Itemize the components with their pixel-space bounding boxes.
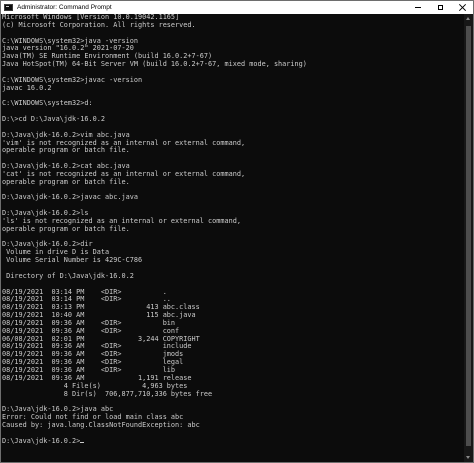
console-line-text: 08/19/2021 09:36 AM <DIR> bin bbox=[2, 318, 176, 327]
command-prompt-window: Administrator: Command Prompt Microsoft … bbox=[0, 0, 474, 463]
console-line: D:\Java\jdk-16.0.2> bbox=[2, 436, 464, 446]
console-line: Directory of D:\Java\jdk-16.0.2 bbox=[2, 271, 464, 281]
console-line-text: 'ls' is not recognized as an internal or… bbox=[2, 216, 241, 225]
console-line: operable program or batch file. bbox=[2, 177, 464, 187]
console-line-text: javac 16.0.2 bbox=[2, 83, 52, 92]
console-line-text: D:\Java\jdk-16.0.2>cat abc.java bbox=[2, 162, 130, 171]
console-line-text: D:\>cd D:\Java\jdk-16.0.2 bbox=[2, 114, 106, 123]
text-cursor bbox=[80, 441, 85, 443]
console-line-text: Caused by: java.lang.ClassNotFoundExcept… bbox=[2, 420, 200, 429]
console-line-text: operable program or batch file. bbox=[2, 224, 130, 233]
console-line-text: java version "16.0.2" 2021-07-20 bbox=[2, 44, 134, 53]
console-line-text: 'cat' is not recognized as an internal o… bbox=[2, 169, 246, 178]
console-line-text: 08/19/2021 09:36 AM <DIR> jmods bbox=[2, 350, 184, 359]
console-line-text: D:\Java\jdk-16.0.2>ls bbox=[2, 209, 89, 218]
console-line: javac 16.0.2 bbox=[2, 83, 464, 93]
close-button[interactable] bbox=[451, 1, 473, 14]
console-line-text: 08/19/2021 03:14 PM <DIR> . bbox=[2, 287, 167, 296]
minimize-button[interactable] bbox=[407, 1, 429, 14]
console-line: D:\>cd D:\Java\jdk-16.0.2 bbox=[2, 114, 464, 124]
console-line: C:\WINDOWS\system32>d: bbox=[2, 99, 464, 108]
console-line: operable program or batch file. bbox=[2, 224, 464, 234]
console-line-text: (c) Microsoft Corporation. All rights re… bbox=[2, 20, 196, 29]
console-line-text: 06/08/2021 02:01 PM 3,244 COPYRIGHT bbox=[2, 334, 200, 343]
console-line: Caused by: java.lang.ClassNotFoundExcept… bbox=[2, 420, 464, 430]
scroll-up-arrow-icon[interactable] bbox=[466, 17, 470, 20]
maximize-button[interactable] bbox=[429, 1, 451, 14]
scroll-down-arrow-icon[interactable] bbox=[466, 456, 470, 459]
console-line: (c) Microsoft Corporation. All rights re… bbox=[2, 20, 464, 30]
console-line-text: 08/19/2021 09:36 AM <DIR> include bbox=[2, 342, 192, 351]
console-line-text: Error: Could not find or load main class… bbox=[2, 413, 184, 422]
console-line-text: 08/19/2021 10:40 AM 115 abc.java bbox=[2, 311, 196, 320]
console-line: 8 Dir(s) 706,877,710,336 bytes free bbox=[2, 389, 464, 399]
console-line-text: Directory of D:\Java\jdk-16.0.2 bbox=[2, 271, 134, 280]
console-line-text: Volume Serial Number is 429C-C786 bbox=[2, 256, 143, 265]
console-line-text: D:\Java\jdk-16.0.2> bbox=[2, 436, 81, 445]
console-line: D:\Java\jdk-16.0.2>javac abc.java bbox=[2, 193, 464, 202]
console-text: Microsoft Windows [Version 10.0.19042.11… bbox=[2, 14, 464, 445]
console-line-text: 4 File(s) 4,963 bytes bbox=[2, 381, 188, 390]
console-line-text: D:\Java\jdk-16.0.2>dir bbox=[2, 240, 93, 249]
console-line-text: Java HotSpot(TM) 64-Bit Server VM (build… bbox=[2, 60, 307, 69]
console-line-text: 08/19/2021 09:36 AM <DIR> legal bbox=[2, 358, 184, 367]
console-line-text: C:\WINDOWS\system32>javac -version bbox=[2, 75, 143, 84]
console-output[interactable]: Microsoft Windows [Version 10.0.19042.11… bbox=[2, 14, 464, 462]
close-icon bbox=[459, 4, 466, 11]
scroll-thumb[interactable] bbox=[466, 26, 471, 446]
console-line-text: D:\Java\jdk-16.0.2>vim abc.java bbox=[2, 130, 130, 139]
console-line-text: 8 Dir(s) 706,877,710,336 bytes free bbox=[2, 389, 213, 398]
console-line-text: D:\Java\jdk-16.0.2>javac abc.java bbox=[2, 193, 138, 202]
vertical-scrollbar[interactable] bbox=[464, 14, 473, 462]
maximize-icon bbox=[437, 5, 443, 10]
console-line-text: C:\WINDOWS\system32>java -version bbox=[2, 36, 138, 45]
console-line: C:\WINDOWS\system32>javac -version bbox=[2, 75, 464, 85]
console-line-text: C:\WINDOWS\system32>d: bbox=[2, 99, 93, 108]
console-line: Java HotSpot(TM) 64-Bit Server VM (build… bbox=[2, 60, 464, 69]
console-line: Volume Serial Number is 429C-C786 bbox=[2, 256, 464, 265]
console-line-text: operable program or batch file. bbox=[2, 146, 130, 155]
console-line-text: D:\Java\jdk-16.0.2>java abc bbox=[2, 405, 114, 414]
console-line-text: 08/19/2021 03:14 PM <DIR> .. bbox=[2, 295, 171, 304]
console-line-text: 08/19/2021 09:36 AM <DIR> conf bbox=[2, 326, 180, 335]
console-line-text: 08/19/2021 09:36 AM <DIR> lib bbox=[2, 365, 176, 374]
cmd-app-icon[interactable] bbox=[4, 4, 13, 11]
window-title: Administrator: Command Prompt bbox=[17, 4, 112, 11]
console-line-text: operable program or batch file. bbox=[2, 177, 130, 186]
console-line: operable program or batch file. bbox=[2, 146, 464, 155]
console-line-text: 08/19/2021 09:36 AM 1,191 release bbox=[2, 373, 192, 382]
console-line-text: Java(TM) SE Runtime Environment (build 1… bbox=[2, 52, 213, 61]
title-bar[interactable]: Administrator: Command Prompt bbox=[1, 1, 473, 14]
console-line-text: 'vim' is not recognized as an internal o… bbox=[2, 138, 246, 147]
window-controls bbox=[407, 1, 473, 14]
minimize-icon bbox=[415, 7, 421, 8]
console-line-text: Volume in drive D is Data bbox=[2, 248, 110, 257]
console-line-text: 08/19/2021 03:13 PM 413 abc.class bbox=[2, 303, 200, 312]
